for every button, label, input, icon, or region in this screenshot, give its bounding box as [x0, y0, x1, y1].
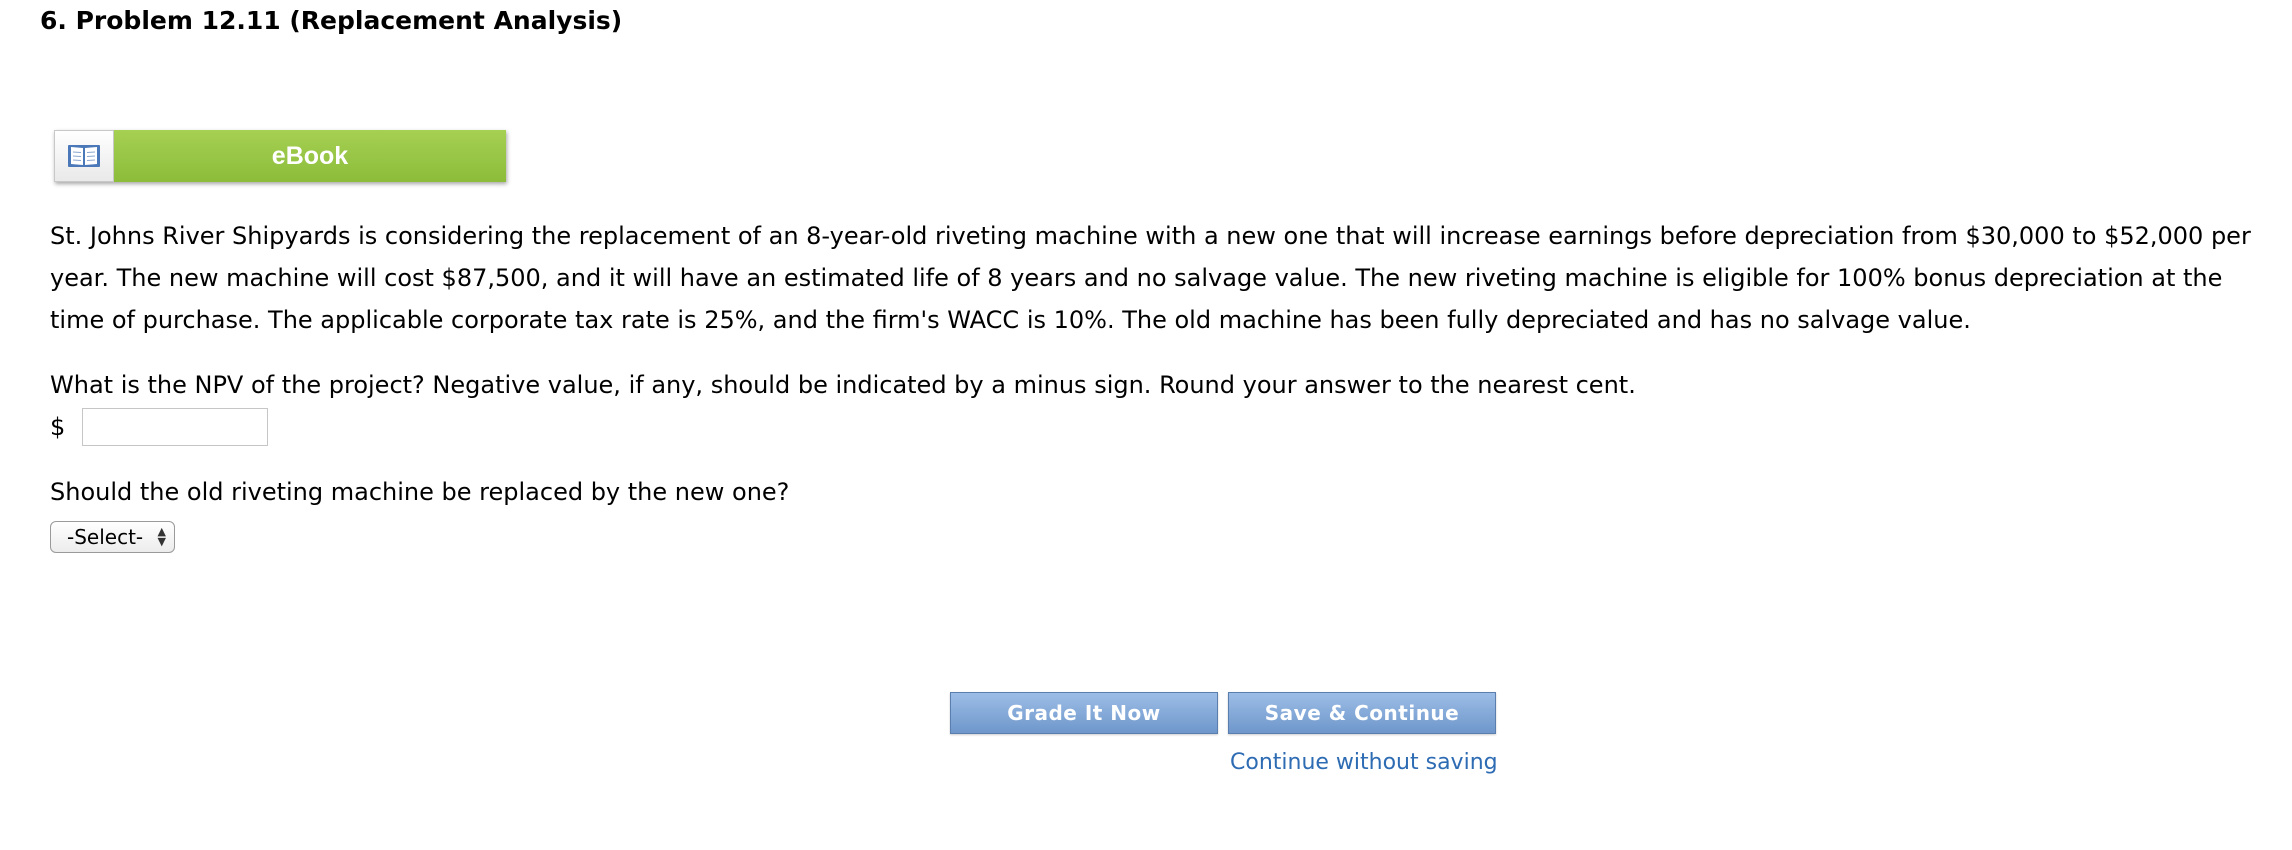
ebook-icon-box [54, 130, 114, 182]
select-value: -Select- [67, 525, 144, 549]
continue-without-saving-link[interactable]: Continue without saving [1230, 750, 1498, 775]
replace-answer-select[interactable]: -Select- ▲ ▼ [50, 521, 175, 553]
replace-question: Should the old riveting machine be repla… [50, 478, 790, 506]
grade-it-now-button[interactable]: Grade It Now [950, 692, 1218, 734]
save-continue-button[interactable]: Save & Continue [1228, 692, 1496, 734]
currency-symbol: $ [50, 413, 66, 441]
npv-question: What is the NPV of the project? Negative… [50, 371, 1636, 399]
problem-statement: St. Johns River Shipyards is considering… [50, 222, 2251, 334]
ebook-label: eBook [114, 130, 506, 182]
updown-arrows-icon: ▲ ▼ [157, 525, 166, 548]
book-icon [68, 145, 100, 167]
page: 6. Problem 12.11 (Replacement Analysis) … [0, 0, 2292, 850]
ebook-button[interactable]: eBook [54, 130, 506, 182]
npv-answer-input[interactable] [82, 408, 268, 446]
problem-title: 6. Problem 12.11 (Replacement Analysis) [40, 6, 623, 35]
